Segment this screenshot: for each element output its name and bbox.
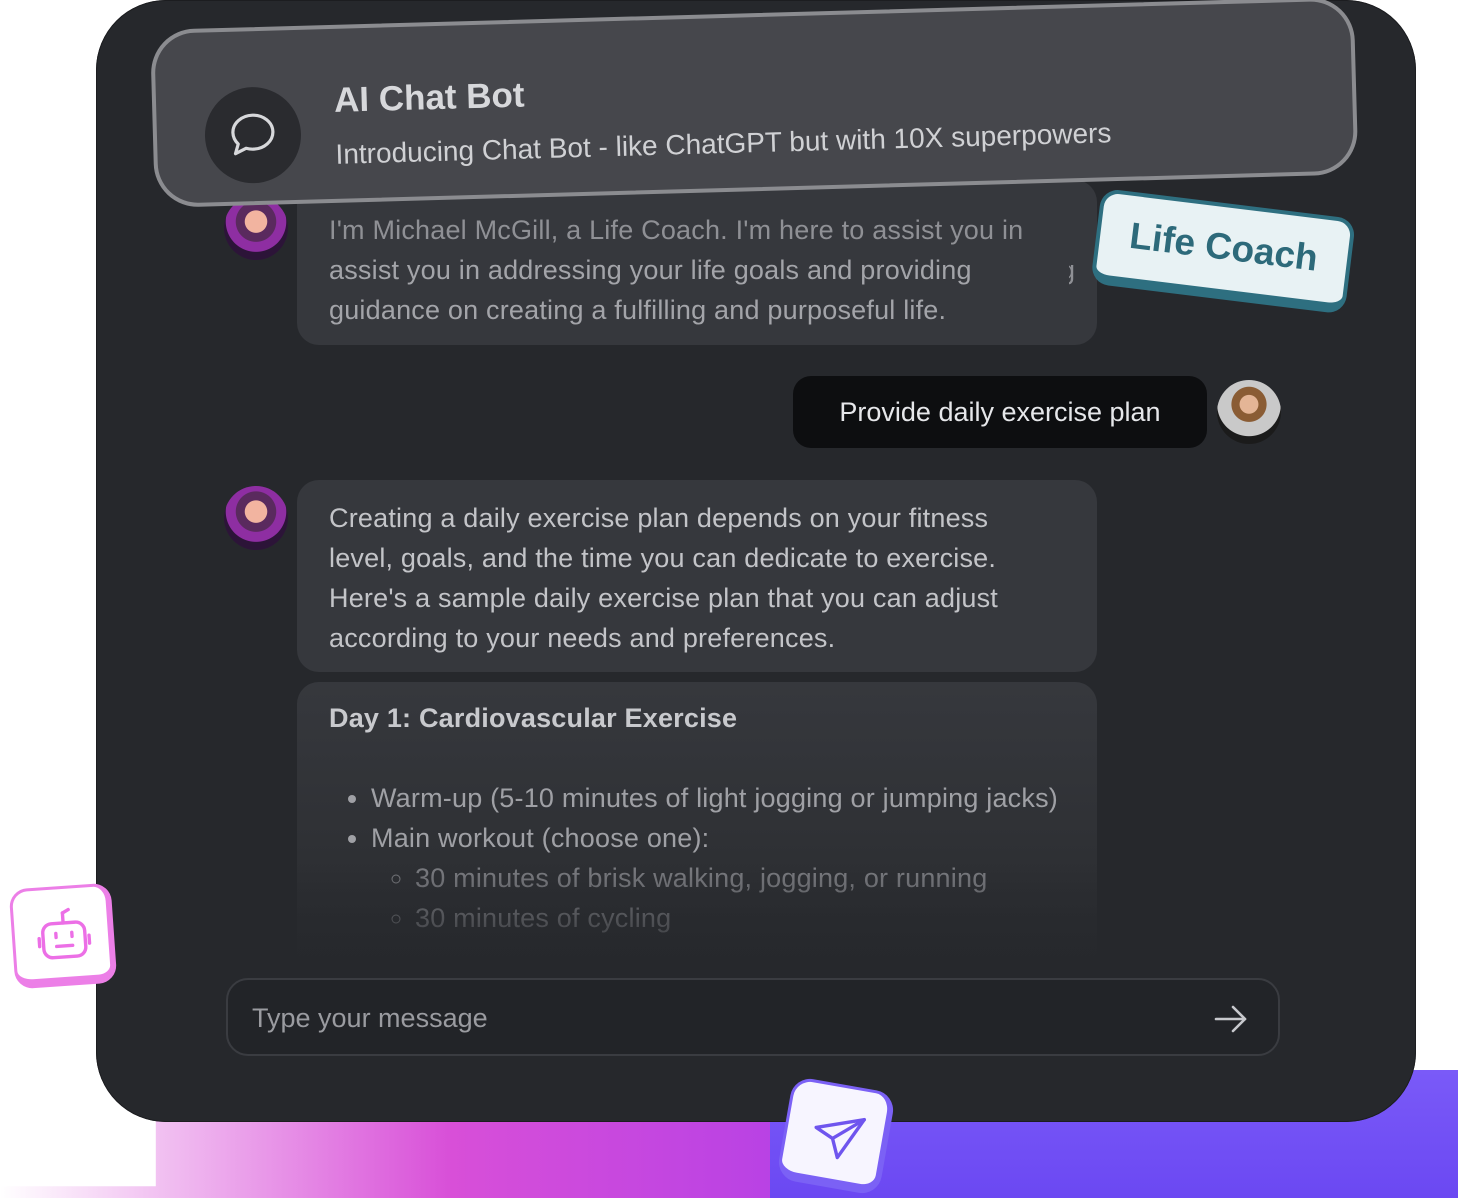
header-card: AI Chat Bot Introducing Chat Bot - like … (150, 0, 1359, 208)
plan-sub-item: 30 minutes of brisk walking, jogging, or… (415, 858, 1065, 898)
bot-plan-message: Day 1: Cardiovascular Exercise Warm-up (… (297, 682, 1097, 982)
answer-line: Creating a daily exercise plan depends o… (329, 503, 989, 533)
paper-plane-icon (814, 1117, 866, 1160)
user-avatar (1217, 380, 1281, 444)
answer-line: Here's a sample daily exercise plan that… (329, 583, 999, 613)
bot-avatar (224, 486, 288, 550)
plan-title: Day 1: Cardiovascular Exercise (329, 703, 738, 733)
app-subtitle: Introducing Chat Bot - like ChatGPT but … (335, 117, 1112, 170)
pink-glow-decoration (0, 1120, 820, 1198)
plan-list: Warm-up (5-10 minutes of light jogging o… (329, 778, 1065, 938)
message-composer (226, 978, 1280, 1056)
plan-item: Main workout (choose one): 30 minutes of… (371, 818, 1065, 938)
arrow-right-icon[interactable] (1212, 1000, 1250, 1038)
plan-sub-item: 30 minutes of cycling (415, 898, 1065, 938)
bot-intro-message: I'm Michael McGill, a Life Coach. I'm he… (297, 180, 1097, 345)
intro-line: assist you in addressing your life goals… (329, 250, 1069, 290)
message-input[interactable] (250, 980, 1194, 1056)
plan-sublist: 30 minutes of brisk walking, jogging, or… (371, 858, 1065, 938)
robot-tile (8, 882, 118, 990)
plan-item: Warm-up (5-10 minutes of light jogging o… (371, 778, 1065, 818)
answer-line: level, goals, and the time you can dedic… (329, 543, 997, 573)
answer-line: according to your needs and preferences. (329, 623, 836, 653)
robot-icon (37, 907, 92, 960)
app-title: AI Chat Bot (333, 75, 526, 120)
paper-plane-tile (775, 1075, 897, 1197)
bot-answer-message: Creating a daily exercise plan depends o… (297, 480, 1097, 672)
user-message: Provide daily exercise plan (793, 376, 1207, 448)
plan-item-label: Main workout (choose one): (371, 823, 710, 853)
chat-bubble-icon (203, 85, 303, 185)
intro-line: guidance on creating a fulfilling and pu… (329, 290, 1069, 330)
